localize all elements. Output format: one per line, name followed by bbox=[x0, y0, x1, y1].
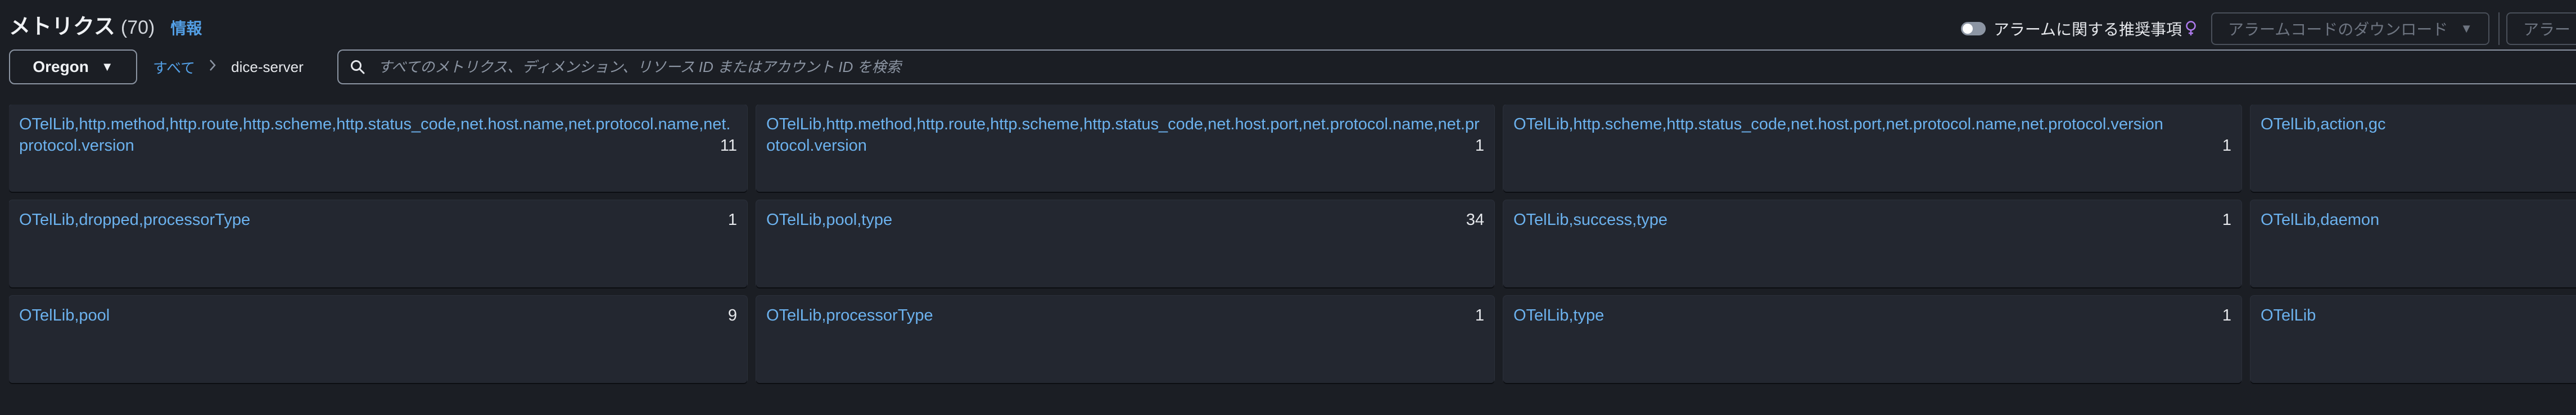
metric-name-link[interactable]: OTelLib,daemon bbox=[2261, 209, 2576, 231]
metric-count: 1 bbox=[727, 211, 737, 229]
metric-name-link[interactable]: OTelLib,action,gc bbox=[2261, 114, 2576, 135]
metric-name-link[interactable]: OTelLib,pool,type bbox=[766, 209, 1484, 231]
metric-card[interactable]: OTelLib,http.scheme,http.status_code,net… bbox=[1503, 105, 2241, 192]
metric-name-link[interactable]: OTelLib,processorType bbox=[766, 305, 1484, 326]
metric-card[interactable]: OTelLib,dropped,processorType 1 bbox=[9, 200, 747, 287]
metric-card[interactable]: OTelLib,pool 9 bbox=[9, 296, 747, 383]
metric-count: 1 bbox=[1475, 306, 1484, 324]
metric-card[interactable]: OTelLib bbox=[2250, 296, 2576, 383]
metric-count: 1 bbox=[2222, 306, 2231, 324]
metric-name-link[interactable]: OTelLib bbox=[2261, 305, 2576, 326]
metric-card[interactable]: OTelLib,http.method,http.route,http.sche… bbox=[9, 105, 747, 192]
metrics-grid: OTelLib,http.method,http.route,http.sche… bbox=[9, 105, 2576, 386]
metric-count: 1 bbox=[2222, 211, 2231, 229]
search-box bbox=[337, 49, 2576, 84]
metric-name-link[interactable]: OTelLib,success,type bbox=[1513, 209, 2231, 231]
page-title: メトリクス bbox=[9, 15, 115, 39]
metric-count: 9 bbox=[727, 306, 737, 324]
metric-count: 11 bbox=[720, 137, 737, 155]
title-group: メトリクス (70) 情報 bbox=[9, 9, 202, 40]
lightbulb-icon bbox=[2185, 20, 2197, 37]
recommendations-toggle[interactable] bbox=[1960, 22, 1986, 35]
metric-card[interactable]: OTelLib,http.method,http.route,http.sche… bbox=[756, 105, 1494, 192]
metrics-page: メトリクス (70) 情報 アラームに関する推奨事項 アラームコードのダウンロー… bbox=[0, 0, 2576, 415]
info-link[interactable]: 情報 bbox=[170, 16, 202, 39]
header-divider bbox=[2498, 12, 2500, 45]
region-select[interactable]: Oregon ▼ bbox=[9, 49, 137, 84]
metrics-count: (70) bbox=[120, 17, 155, 38]
metric-card[interactable]: OTelLib,daemon bbox=[2250, 200, 2576, 287]
metric-name-link[interactable]: OTelLib,pool bbox=[19, 305, 737, 326]
filter-bar: Oregon ▼ すべて dice-server bbox=[9, 49, 2576, 84]
metric-card[interactable]: OTelLib,action,gc bbox=[2250, 105, 2576, 192]
download-alarm-code-label: アラームコードのダウンロード bbox=[2228, 21, 2448, 38]
metric-count: 1 bbox=[1475, 137, 1484, 155]
create-alarm-button[interactable]: アラー bbox=[2506, 12, 2576, 45]
metric-card[interactable]: OTelLib,success,type 1 bbox=[1503, 200, 2241, 287]
metric-card[interactable]: OTelLib,pool,type 34 bbox=[756, 200, 1494, 287]
create-alarm-label: アラー bbox=[2523, 21, 2571, 38]
breadcrumb-current: dice-server bbox=[231, 58, 304, 75]
header-actions: アラームに関する推奨事項 アラームコードのダウンロード ▼ アラー bbox=[1960, 12, 2576, 45]
search-input[interactable] bbox=[377, 57, 2576, 76]
download-alarm-code-button[interactable]: アラームコードのダウンロード ▼ bbox=[2211, 12, 2489, 45]
metric-name-link[interactable]: OTelLib,http.method,http.route,http.sche… bbox=[19, 114, 737, 156]
region-label: Oregon bbox=[33, 58, 89, 75]
chevron-right-icon bbox=[209, 57, 216, 76]
metric-name-link[interactable]: OTelLib,type bbox=[1513, 305, 2231, 326]
recommendations-label: アラームに関する推奨事項 bbox=[1993, 21, 2182, 38]
caret-down-icon: ▼ bbox=[101, 60, 114, 74]
page-header: メトリクス (70) 情報 アラームに関する推奨事項 アラームコードのダウンロー… bbox=[0, 0, 2576, 48]
metric-name-link[interactable]: OTelLib,http.method,http.route,http.sche… bbox=[766, 114, 1484, 156]
caret-down-icon: ▼ bbox=[2460, 21, 2473, 35]
search-icon bbox=[350, 59, 365, 75]
breadcrumb-all[interactable]: すべて bbox=[153, 57, 195, 78]
metric-count: 34 bbox=[1466, 211, 1484, 229]
metric-name-link[interactable]: OTelLib,dropped,processorType bbox=[19, 209, 737, 231]
metric-card[interactable]: OTelLib,type 1 bbox=[1503, 296, 2241, 383]
metric-name-link[interactable]: OTelLib,http.scheme,http.status_code,net… bbox=[1513, 114, 2231, 135]
metric-card[interactable]: OTelLib,processorType 1 bbox=[756, 296, 1494, 383]
toggle-knob bbox=[1962, 24, 1973, 34]
metric-count: 1 bbox=[2222, 137, 2231, 155]
